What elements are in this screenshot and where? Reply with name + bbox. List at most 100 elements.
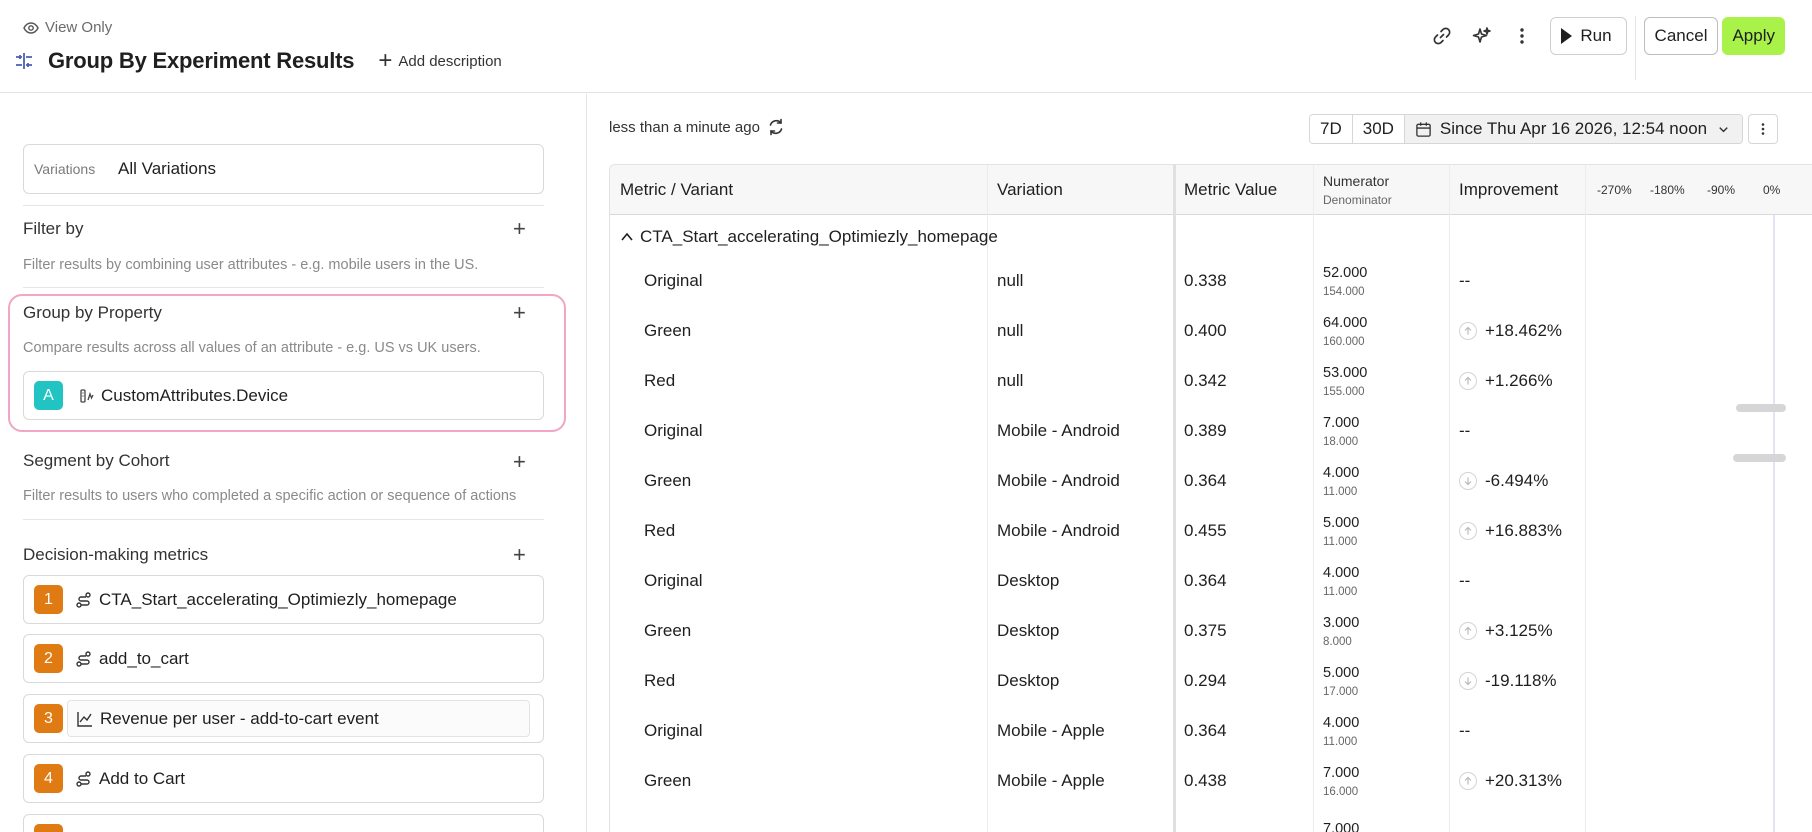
- metric-item[interactable]: 4 Add to Cart: [23, 754, 544, 803]
- header-improvement[interactable]: Improvement: [1459, 165, 1558, 215]
- group-by-property-row[interactable]: A CustomAttributes.Device: [23, 371, 544, 420]
- metric-group-label: CTA_Start_accelerating_Optimiezly_homepa…: [640, 227, 998, 246]
- denominator-value: 11.000: [1323, 485, 1358, 498]
- more-options-button[interactable]: [1502, 16, 1542, 56]
- variation-value: Desktop: [997, 671, 1060, 690]
- view-only-label: View Only: [45, 19, 113, 36]
- table-row[interactable]: Green Desktop 0.375 3.000 8.000 +3.125%: [610, 606, 1812, 656]
- denominator-value: 11.000: [1323, 535, 1358, 548]
- add-description-button[interactable]: + Add description: [378, 49, 501, 73]
- arrow-up-icon: [1459, 372, 1477, 390]
- header-metric-value[interactable]: Metric Value: [1184, 165, 1277, 215]
- denominator-value: 155.000: [1323, 385, 1365, 398]
- improvement-value: --: [1459, 421, 1471, 440]
- numerator-value: 5.000: [1323, 664, 1360, 681]
- add-metric-button[interactable]: +: [513, 544, 526, 566]
- add-filter-button[interactable]: +: [513, 218, 526, 240]
- improvement-cell: --: [1459, 706, 1470, 756]
- numerator-value: 5.000: [1323, 514, 1360, 531]
- table-row[interactable]: Original null 0.338 52.000 154.000 --: [610, 256, 1812, 306]
- table-row[interactable]: Red null 0.342 53.000 155.000 +1.266%: [610, 356, 1812, 406]
- denominator-value: 17.000: [1323, 685, 1359, 698]
- apply-button[interactable]: Apply: [1722, 17, 1785, 55]
- numerator-denominator: 7.000 16.000: [1323, 756, 1359, 806]
- variant-name: Green: [644, 471, 692, 490]
- numerator-denominator: 7.000 18.000: [1323, 406, 1359, 456]
- improvement-cell: +3.125%: [1459, 606, 1553, 656]
- metric-item-partial[interactable]: [23, 814, 544, 832]
- variant-name: Original: [644, 571, 703, 590]
- experiment-icon: [16, 53, 32, 69]
- numerator-denominator: 7.000: [1323, 806, 1359, 832]
- numerator-denominator: 53.000 155.000: [1323, 356, 1367, 406]
- play-icon: [1561, 28, 1573, 44]
- table-row[interactable]: Green Mobile - Android 0.364 4.000 11.000 -6.…: [610, 456, 1812, 506]
- run-button[interactable]: Run: [1550, 17, 1627, 55]
- variant-name: Red: [644, 521, 676, 540]
- improvement-cell: -19.118%: [1459, 656, 1557, 706]
- funnel-icon: [76, 770, 91, 787]
- table-row[interactable]: Red Desktop 0.294 5.000 17.000 -19.118%: [610, 656, 1812, 706]
- range-7d-button[interactable]: 7D: [1310, 115, 1353, 143]
- variant-name: Original: [644, 721, 703, 740]
- numerator-denominator: 52.000 154.000: [1323, 256, 1367, 306]
- results-table: Metric / Variant Variation Metric Value …: [609, 164, 1812, 832]
- numerator-value: 7.000: [1323, 764, 1360, 781]
- group-by-title: Group by Property: [23, 303, 162, 322]
- metric-group-row[interactable]: CTA_Start_accelerating_Optimiezly_homepa…: [620, 227, 998, 247]
- table-row[interactable]: Original Mobile - Android 0.389 7.000 18.000…: [610, 406, 1812, 456]
- arrow-up-icon: [1459, 322, 1477, 340]
- date-range-picker[interactable]: Since Thu Apr 16 2026, 12:54 noon: [1404, 115, 1743, 143]
- metric-value: 0.375: [1184, 621, 1227, 640]
- table-row[interactable]: Green Mobile - Apple 0.438 7.000 16.000 +20.3…: [610, 756, 1812, 806]
- segment-by-title: Segment by Cohort: [23, 451, 170, 470]
- metric-value: 0.455: [1184, 521, 1227, 540]
- link-button[interactable]: [1422, 16, 1462, 56]
- scale-tick: -270%: [1597, 183, 1632, 197]
- table-header: Metric / Variant Variation Metric Value …: [610, 165, 1812, 215]
- variation-value: null: [997, 371, 1024, 390]
- metric-number-badge: [34, 824, 63, 832]
- improvement-cell: +20.313%: [1459, 756, 1562, 806]
- divider: [23, 287, 544, 288]
- header-variation[interactable]: Variation: [997, 165, 1063, 215]
- metric-value: 0.364: [1184, 571, 1227, 590]
- arrow-down-icon: [1459, 472, 1477, 490]
- metric-item[interactable]: 1 CTA_Start_accelerating_Optimiezly_home…: [23, 575, 544, 624]
- metric-number-badge: 4: [34, 764, 63, 793]
- improvement-value: +20.313%: [1485, 771, 1563, 790]
- header-denominator: Denominator: [1323, 193, 1392, 207]
- table-row[interactable]: Original Mobile - Apple 0.364 4.000 11.000 --: [610, 706, 1812, 756]
- table-row[interactable]: Red Mobile - Android 0.455 5.000 11.000 +16.8…: [610, 506, 1812, 556]
- numerator-denominator: 64.000 160.000: [1323, 306, 1367, 356]
- variations-selector[interactable]: Variations All Variations: [23, 144, 544, 194]
- metric-label: Revenue per user - add-to-cart event: [100, 708, 379, 728]
- refresh-icon[interactable]: [766, 117, 786, 137]
- ai-assist-button[interactable]: [1462, 16, 1502, 56]
- variant-name: Green: [644, 621, 692, 640]
- table-row[interactable]: Green null 0.400 64.000 160.000 +18.462%: [610, 306, 1812, 356]
- header-numerator-denominator[interactable]: Numerator Denominator: [1323, 165, 1392, 215]
- table-options-button[interactable]: [1748, 114, 1778, 144]
- vertical-dots-icon: [1520, 28, 1525, 44]
- group-by-description: Compare results across all values of an …: [23, 340, 481, 356]
- table-row[interactable]: 7.000: [610, 806, 1812, 832]
- variant-name: Red: [644, 371, 676, 390]
- table-row[interactable]: Original Desktop 0.364 4.000 11.000 --: [610, 556, 1812, 606]
- improvement-value: --: [1459, 721, 1471, 740]
- improvement-cell: --: [1459, 256, 1470, 306]
- range-30d-button[interactable]: 30D: [1352, 115, 1405, 143]
- improvement-cell: --: [1459, 556, 1470, 606]
- attribute-icon: [80, 388, 94, 403]
- header-metric-variant[interactable]: Metric / Variant: [620, 165, 733, 215]
- add-group-by-button[interactable]: +: [513, 302, 526, 324]
- cancel-button[interactable]: Cancel: [1643, 17, 1719, 55]
- metric-item[interactable]: 2 add_to_cart: [23, 634, 544, 683]
- metric-item[interactable]: 3 Revenue per user - add-to-cart event: [23, 694, 544, 743]
- calendar-icon: [1416, 121, 1431, 137]
- improvement-cell: +1.266%: [1459, 356, 1553, 406]
- add-segment-button[interactable]: +: [513, 451, 526, 473]
- metric-inner-box[interactable]: Revenue per user - add-to-cart event: [67, 700, 530, 737]
- metric-label: Add to Cart: [99, 768, 185, 788]
- improvement-cell: +18.462%: [1459, 306, 1562, 356]
